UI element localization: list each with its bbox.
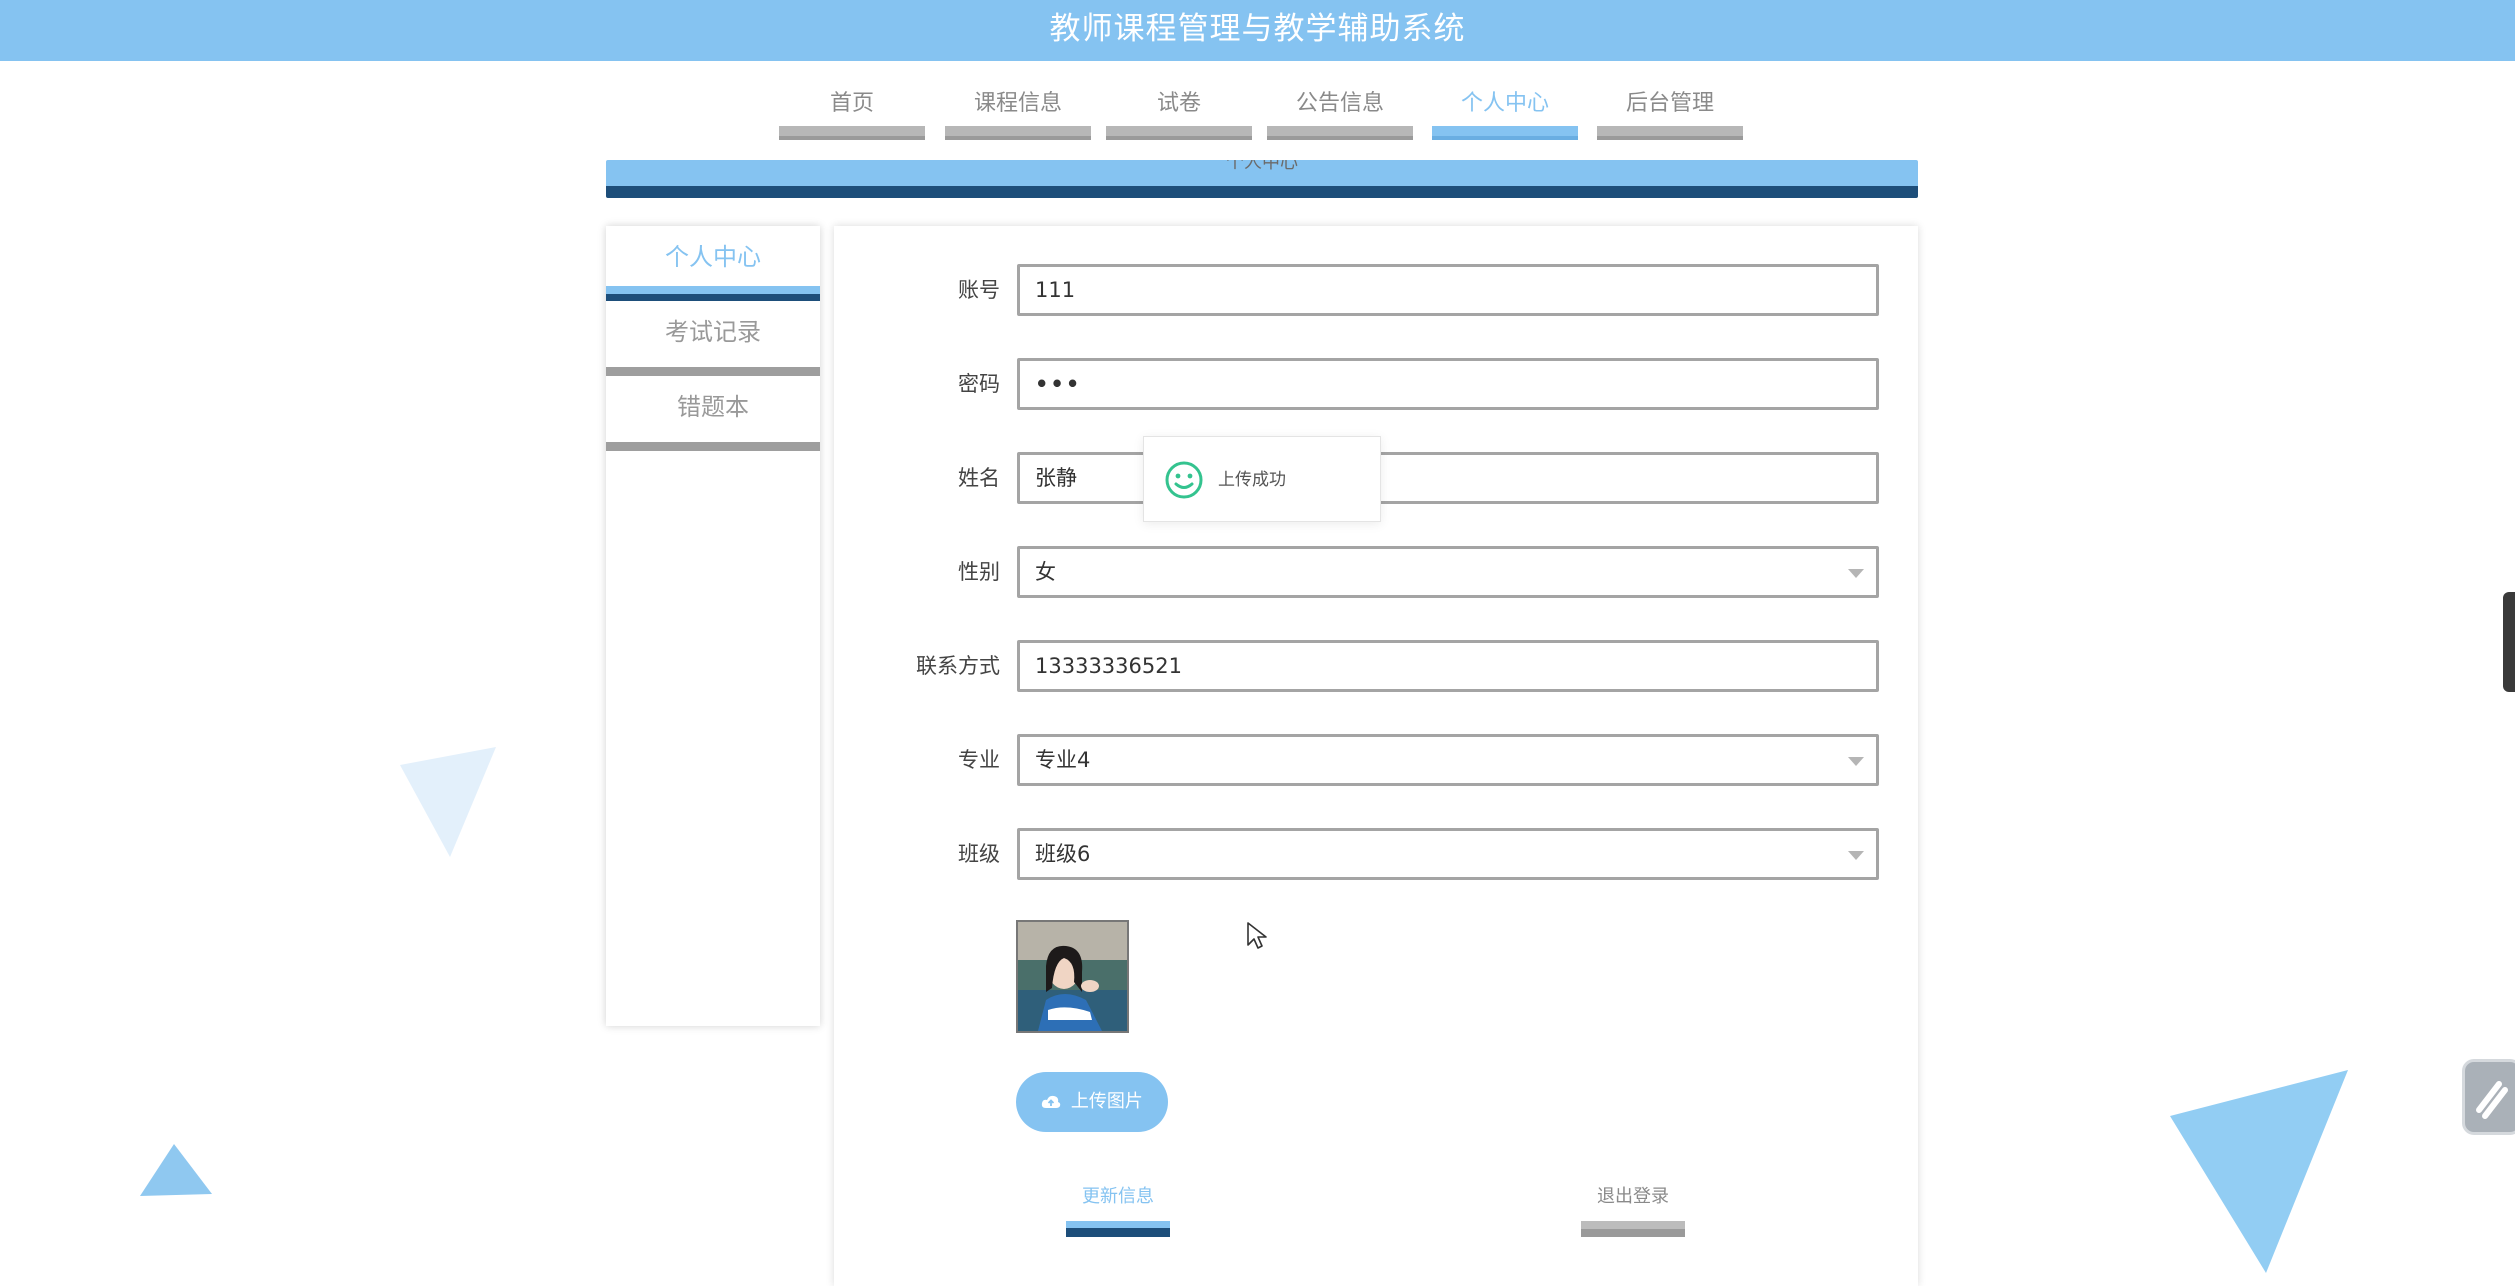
nav-item-label: 试卷 [1156,91,1201,116]
password-label: 密码 [958,372,1000,396]
logout-button[interactable]: 退出登录 [1581,1183,1685,1237]
cloud-upload-icon [1041,1095,1061,1108]
update-info-underline [1066,1221,1170,1237]
app-title: 教师课程管理与教学辅助系统 [1049,11,1466,47]
nav-item-label: 个人中心 [1460,91,1549,116]
decorative-triangle [2170,1070,2348,1273]
password-input[interactable]: ••• [1017,358,1879,410]
nav-item-underline [1432,126,1578,140]
gender-select[interactable]: 女 [1017,546,1879,598]
major-value: 专业4 [1035,748,1091,772]
update-info-button[interactable]: 更新信息 [1066,1183,1170,1237]
app-title-bar: 教师课程管理与教学辅助系统 [0,0,2515,61]
sidebar-item-profile[interactable]: 个人中心 [606,226,820,301]
form-row-class: 班级 班级6 [834,828,1918,880]
sidebar-item-underline [606,286,820,301]
class-value: 班级6 [1035,842,1091,866]
upload-image-button[interactable]: 上传图片 [1016,1072,1168,1132]
update-info-label: 更新信息 [1082,1186,1154,1207]
name-label: 姓名 [958,466,1000,490]
decorative-triangle [140,1144,212,1196]
avatar-image [1018,922,1127,1031]
nav-item-underline [1267,126,1413,140]
major-select[interactable]: 专业4 [1017,734,1879,786]
nav-item-underline [779,126,925,140]
side-drawer-handle[interactable] [2503,592,2515,692]
chevron-down-icon [1848,757,1864,766]
nav-item-label: 课程信息 [973,91,1062,116]
sidebar-item-label: 考试记录 [665,318,761,346]
nav-item-label: 首页 [829,91,874,116]
form-row-password: 密码 ••• [834,358,1918,410]
sidebar-item-wrong-questions[interactable]: 错题本 [606,376,820,451]
sidebar-item-underline [606,442,820,451]
nav-item-notices[interactable]: 公告信息 [1267,86,1413,140]
form-row-major: 专业 专业4 [834,734,1918,786]
pencil-tool-icon [2476,1081,2508,1119]
chevron-down-icon [1848,569,1864,578]
class-select[interactable]: 班级6 [1017,828,1879,880]
banner-title: 个人中心 [606,160,1918,170]
nav-item-underline [945,126,1091,140]
name-value: 张静 [1035,466,1077,490]
logout-underline [1581,1221,1685,1237]
decorative-triangle [400,747,496,857]
nav-item-admin[interactable]: 后台管理 [1597,86,1743,140]
nav-item-underline [1597,126,1743,140]
smiley-icon [1165,461,1203,499]
nav-item-home[interactable]: 首页 [779,86,925,140]
contact-label: 联系方式 [916,654,1000,678]
password-value: ••• [1035,372,1082,396]
nav-item-courses[interactable]: 课程信息 [945,86,1091,140]
account-input[interactable]: 111 [1017,264,1879,316]
section-banner: 个人中心 [606,160,1918,198]
toast-message: 上传成功 [1218,470,1286,490]
mouse-cursor-icon [1247,922,1267,949]
profile-form-panel: 账号 111 密码 ••• 姓名 张静 性别 女 联系方式 1333333652… [834,226,1918,1286]
form-row-account: 账号 111 [834,264,1918,316]
gender-label: 性别 [958,560,1000,584]
major-label: 专业 [958,748,1000,772]
account-label: 账号 [958,278,1000,302]
nav-item-profile[interactable]: 个人中心 [1432,86,1578,140]
contact-input[interactable]: 13333336521 [1017,640,1879,692]
gender-value: 女 [1035,560,1056,584]
nav-item-label: 后台管理 [1625,91,1714,116]
sidebar-item-label: 错题本 [677,393,749,421]
toast-notification: 上传成功 [1143,436,1381,522]
chevron-down-icon [1848,851,1864,860]
sidebar-item-label: 个人中心 [665,243,761,271]
account-value: 111 [1035,278,1076,302]
floating-tool-button[interactable] [2462,1059,2515,1135]
sidebar-item-exam-records[interactable]: 考试记录 [606,301,820,376]
form-row-contact: 联系方式 13333336521 [834,640,1918,692]
nav-item-exams[interactable]: 试卷 [1106,86,1252,140]
class-label: 班级 [958,842,1000,866]
sidebar-item-underline [606,367,820,376]
nav-item-label: 公告信息 [1295,91,1384,116]
sidebar: 个人中心 考试记录 错题本 [606,226,820,1026]
contact-value: 13333336521 [1035,654,1182,678]
upload-button-label: 上传图片 [1070,1091,1143,1112]
nav-item-underline [1106,126,1252,140]
avatar-preview [1016,920,1129,1033]
form-row-gender: 性别 女 [834,546,1918,598]
logout-label: 退出登录 [1597,1186,1669,1207]
